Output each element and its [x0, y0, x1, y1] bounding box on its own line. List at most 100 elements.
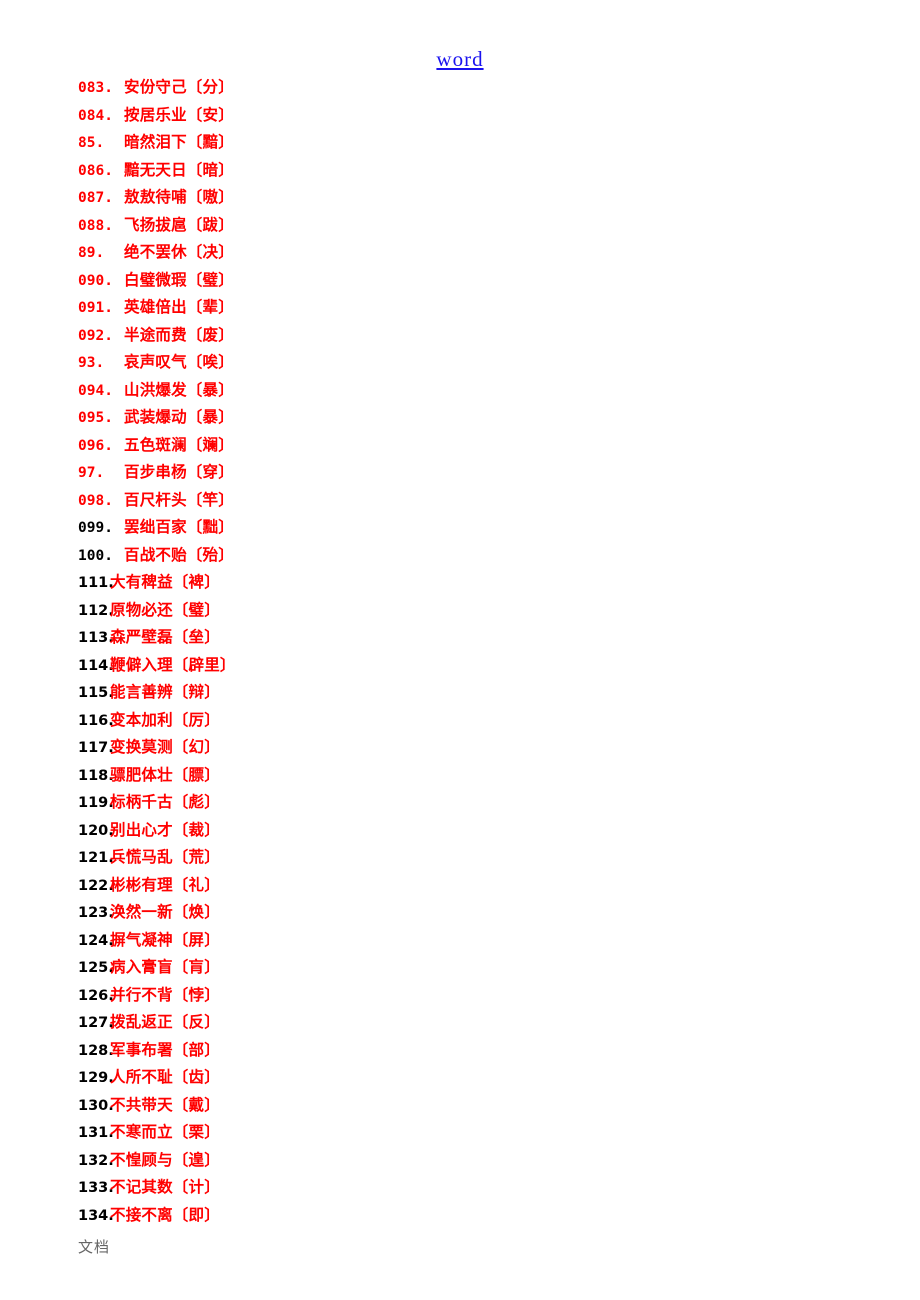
entry-text: 变换莫测〔幻〕 — [110, 738, 220, 756]
entry-number: 087. — [78, 190, 113, 206]
list-item: 083. 安份守己〔分〕 — [0, 74, 920, 102]
entry-text: 兵慌马乱〔荒〕 — [110, 848, 220, 866]
entry-number: 119. — [78, 795, 114, 811]
list-item: 126.并行不背〔悖〕 — [0, 982, 920, 1010]
list-item: 096. 五色斑澜〔斓〕 — [0, 432, 920, 460]
list-item: 099. 罢绌百家〔黜〕 — [0, 514, 920, 542]
list-item: 124.摒气凝神〔屏〕 — [0, 927, 920, 955]
entry-number: 85. — [78, 135, 105, 151]
entry-number: 099. — [78, 520, 113, 536]
list-item: 090. 白璧微瑕〔璧〕 — [0, 267, 920, 295]
list-item: 129.人所不耻〔齿〕 — [0, 1064, 920, 1092]
entry-number: 098. — [78, 492, 113, 509]
entry-number: 084. — [78, 107, 113, 124]
word-header-link[interactable]: word — [436, 47, 483, 71]
entry-text: 别出心才〔裁〕 — [110, 820, 220, 839]
entry-number: 113. — [78, 630, 114, 646]
entry-text: 半途而费〔废〕 — [124, 325, 234, 344]
entry-text: 五色斑澜〔斓〕 — [124, 435, 234, 454]
entry-number: 134. — [78, 1207, 114, 1224]
entry-text: 能言善辨〔辩〕 — [110, 683, 220, 701]
entry-text: 按居乐业〔安〕 — [124, 105, 234, 124]
entry-text: 山洪爆发〔暴〕 — [124, 380, 234, 399]
entry-text: 彬彬有理〔礼〕 — [110, 875, 220, 894]
entry-number: 132. — [78, 1152, 114, 1169]
list-item: 094. 山洪爆发〔暴〕 — [0, 377, 920, 405]
entry-text: 英雄倍出〔辈〕 — [124, 298, 234, 316]
entry-number: 125. — [78, 960, 114, 976]
entry-text: 飞扬拔扈〔跋〕 — [124, 215, 234, 234]
entry-number: 97. — [78, 465, 105, 481]
entry-number: 114. — [78, 657, 114, 674]
entry-number: 130. — [78, 1097, 114, 1114]
entry-number: 090. — [78, 272, 113, 289]
page-header: word — [0, 44, 920, 74]
entry-number: 116. — [78, 712, 114, 729]
entry-number: 120. — [78, 822, 114, 839]
entry-number: 133. — [78, 1180, 114, 1196]
list-item: 092. 半途而费〔废〕 — [0, 322, 920, 350]
entry-text: 不接不离〔即〕 — [110, 1205, 220, 1224]
list-item: 115.能言善辨〔辩〕 — [0, 679, 920, 707]
entry-text: 百战不贻〔殆〕 — [124, 545, 234, 564]
entry-text: 标柄千古〔彪〕 — [110, 793, 220, 811]
entry-number: 128. — [78, 1042, 114, 1059]
list-item: 098. 百尺杆头〔竿〕 — [0, 487, 920, 515]
idiom-correction-list: 083. 安份守己〔分〕 084. 按居乐业〔安〕 85. 暗然泪下〔黯〕 086. 黯无天日… — [0, 74, 920, 1229]
entry-number: 096. — [78, 437, 113, 454]
list-item: 091. 英雄倍出〔辈〕 — [0, 294, 920, 322]
entry-group-b: 111.大有稗益〔裨〕 112.原物必还〔璧〕 113.森严壁磊〔垒〕 114.鞭僻入… — [0, 569, 920, 1229]
list-item: 120.别出心才〔裁〕 — [0, 817, 920, 845]
entry-number: 100. — [78, 547, 113, 564]
list-item: 087. 敖敖待哺〔嗷〕 — [0, 184, 920, 212]
list-item: 89. 绝不罢休〔决〕 — [0, 239, 920, 267]
entry-text: 人所不耻〔齿〕 — [110, 1068, 220, 1086]
entry-text: 森严壁磊〔垒〕 — [110, 628, 220, 646]
entry-text: 敖敖待哺〔嗷〕 — [124, 188, 234, 206]
list-item: 095. 武装爆动〔暴〕 — [0, 404, 920, 432]
entry-number: 091. — [78, 300, 113, 316]
list-item: 85. 暗然泪下〔黯〕 — [0, 129, 920, 157]
list-item: 133.不记其数〔计〕 — [0, 1174, 920, 1202]
entry-text: 安份守己〔分〕 — [124, 78, 234, 96]
list-item: 122.彬彬有理〔礼〕 — [0, 872, 920, 900]
entry-text: 不惶顾与〔遑〕 — [110, 1150, 220, 1169]
entry-text: 哀声叹气〔唉〕 — [124, 353, 234, 371]
entry-number: 111. — [78, 575, 114, 591]
entry-number: 89. — [78, 245, 105, 261]
entry-number: 117. — [78, 740, 114, 756]
document-page: word 083. 安份守己〔分〕 084. 按居乐业〔安〕 85. 暗然泪下〔黯〕 086… — [0, 0, 920, 1300]
list-item: 117.变换莫测〔幻〕 — [0, 734, 920, 762]
list-item: 119.标柄千古〔彪〕 — [0, 789, 920, 817]
entry-text: 并行不背〔悖〕 — [110, 985, 220, 1004]
entry-number: 112. — [78, 602, 114, 619]
entry-number: 115. — [78, 685, 114, 701]
entry-text: 骠肥体壮〔膘〕 — [110, 765, 220, 784]
entry-number: 121. — [78, 850, 114, 866]
list-item: 118.骠肥体壮〔膘〕 — [0, 762, 920, 790]
entry-text: 暗然泪下〔黯〕 — [124, 133, 234, 151]
list-item: 93. 哀声叹气〔唉〕 — [0, 349, 920, 377]
entry-number: 088. — [78, 217, 113, 234]
entry-number: 083. — [78, 80, 113, 96]
entry-number: 092. — [78, 327, 113, 344]
entry-number: 129. — [78, 1070, 114, 1086]
list-item: 97. 百步串杨〔穿〕 — [0, 459, 920, 487]
entry-text: 不共带天〔戴〕 — [110, 1095, 220, 1114]
footer-watermark: 文档 — [78, 1238, 111, 1256]
list-item: 112.原物必还〔璧〕 — [0, 597, 920, 625]
entry-text: 病入膏盲〔肓〕 — [110, 958, 220, 976]
entry-text: 百步串杨〔穿〕 — [124, 463, 234, 481]
entry-text: 武装爆动〔暴〕 — [124, 408, 234, 426]
entry-number: 123. — [78, 905, 114, 921]
entry-text: 不记其数〔计〕 — [110, 1178, 220, 1196]
entry-number: 122. — [78, 877, 114, 894]
list-item: 100. 百战不贻〔殆〕 — [0, 542, 920, 570]
entry-number: 118. — [78, 767, 114, 784]
entry-number: 124. — [78, 932, 114, 949]
entry-group-a: 083. 安份守己〔分〕 084. 按居乐业〔安〕 85. 暗然泪下〔黯〕 086. 黯无天日… — [0, 74, 920, 569]
list-item: 088. 飞扬拔扈〔跋〕 — [0, 212, 920, 240]
entry-text: 白璧微瑕〔璧〕 — [124, 270, 234, 289]
list-item: 125.病入膏盲〔肓〕 — [0, 954, 920, 982]
list-item: 116.变本加利〔厉〕 — [0, 707, 920, 735]
